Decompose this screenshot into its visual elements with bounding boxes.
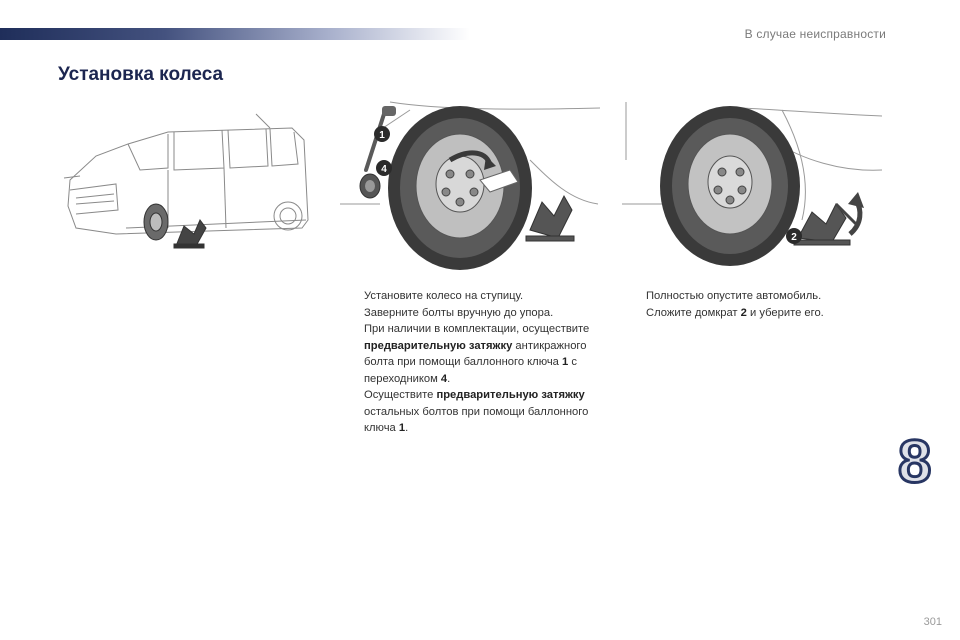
step-item: Заверните болты вручную до упора.	[340, 305, 602, 322]
page-title: Установка колеса	[58, 64, 224, 85]
step-text: .	[447, 372, 451, 385]
step-item: Установите колесо на ступицу.	[340, 288, 602, 305]
step-emphasis: предварительную затяжку	[364, 339, 513, 352]
callout-4-label: 4	[381, 164, 387, 175]
page-number: 301	[923, 616, 942, 628]
callout-1-label: 1	[379, 130, 385, 141]
step-item: Полностью опустите автомобиль.	[622, 288, 884, 305]
step-item: Сложите домкрат 2 и уберите его.	[622, 305, 884, 322]
step-text: Осуществите	[364, 389, 437, 401]
step-text: Заверните болты вручную до упора.	[364, 306, 554, 319]
instructions-right-list: Полностью опустите автомобиль. Сложите до…	[622, 288, 884, 321]
step-item: Осуществите предварительную затяжку оста…	[340, 387, 602, 437]
step-text: При наличии в комплектации, осуществите	[364, 323, 590, 335]
header-bar	[0, 28, 470, 40]
step-text: Сложите домкрат	[646, 306, 741, 319]
chapter-number-badge: 8	[896, 428, 932, 495]
step-text: Установите колесо на ступицу.	[364, 290, 524, 302]
chapter-title: В случае неисправности	[744, 27, 886, 41]
tyre-with-jack-illustration: 2	[622, 102, 883, 266]
step-emphasis: предварительную затяжку	[436, 389, 585, 401]
step-item: При наличии в комплектации, осуществите …	[340, 321, 602, 387]
callout-2-label: 2	[791, 232, 797, 243]
van-illustration	[63, 113, 309, 249]
step-text: .	[405, 422, 409, 434]
step-text: Полностью опустите автомобиль.	[646, 290, 822, 302]
step-text: и уберите его.	[746, 306, 824, 319]
tyre-with-tools-illustration: 1 4	[340, 101, 601, 270]
step-text: остальных болтов при помощи баллонного к…	[364, 405, 589, 435]
instructions-left-list: Установите колесо на ступицу. Заверните б…	[340, 288, 602, 437]
